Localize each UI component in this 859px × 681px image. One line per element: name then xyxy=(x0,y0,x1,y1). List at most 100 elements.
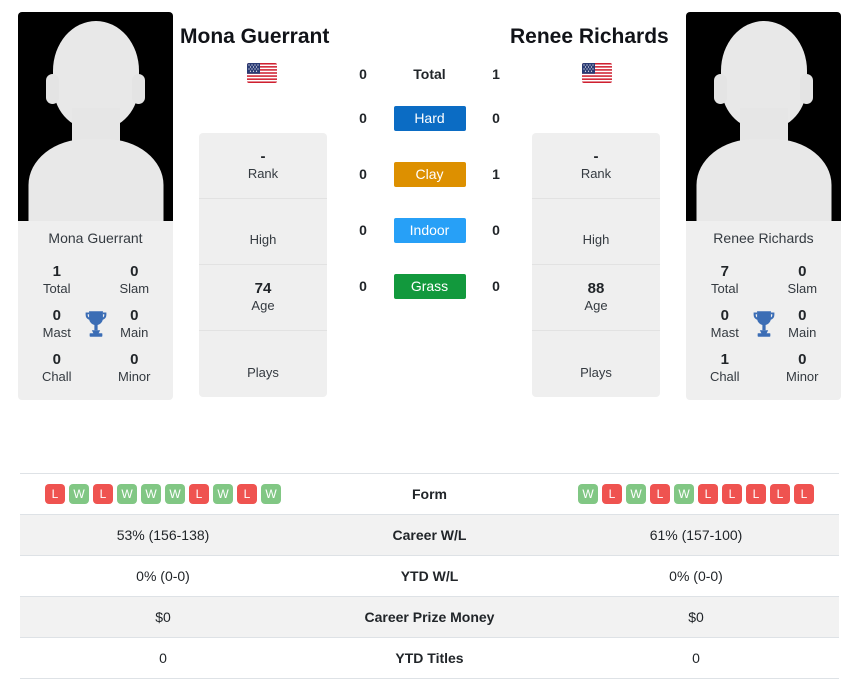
form-badge-w: W xyxy=(141,484,161,504)
form-badge-w: W xyxy=(261,484,281,504)
stat-value: 0 xyxy=(798,262,807,280)
stat-label: Minor xyxy=(117,369,151,385)
top-section: Mona Guerrant 1 Total 0 Slam 0 Mast 0 Ma… xyxy=(0,0,859,460)
right-player-name[interactable]: Renee Richards xyxy=(510,25,669,49)
form-badge-l: L xyxy=(189,484,209,504)
info-label: Rank xyxy=(580,166,612,182)
surface-badge-indoor[interactable]: Indoor xyxy=(393,217,466,243)
h2h-row-total: 0 Total 1 xyxy=(341,58,518,90)
table-row-ytd-wl: 0% (0-0) YTD W/L 0% (0-0) xyxy=(20,556,839,597)
info-plays: Plays xyxy=(199,331,327,397)
info-high: High xyxy=(532,199,660,265)
info-rank: - Rank xyxy=(199,133,327,199)
h2h-right-value: 1 xyxy=(492,166,500,182)
row-label: YTD W/L xyxy=(400,568,459,584)
stat-label: Total xyxy=(43,281,71,297)
table-row-career-wl: 53% (156-138) Career W/L 61% (157-100) xyxy=(20,514,839,556)
stat-value: 7 xyxy=(720,262,729,280)
stat-chall: 1 Chall xyxy=(686,351,764,385)
stat-value: 0 xyxy=(798,350,807,368)
right-player-column: Renee Richards 7 Total 0 Slam 0 Mast 0 M… xyxy=(686,12,841,400)
right-value: 0 xyxy=(692,650,700,666)
stat-label: Chall xyxy=(709,369,740,385)
form-badge-w: W xyxy=(165,484,185,504)
titles-row: 1 Chall 0 Minor xyxy=(686,346,841,390)
form-badge-w: W xyxy=(578,484,598,504)
right-value: 0% (0-0) xyxy=(669,568,723,584)
info-value: 88 xyxy=(587,280,605,298)
us-flag-icon xyxy=(247,63,277,83)
h2h-left-value: 0 xyxy=(359,110,367,126)
info-label: High xyxy=(249,232,277,248)
stat-value: 0 xyxy=(52,350,61,368)
h2h-right-value: 0 xyxy=(492,222,500,238)
form-badge-w: W xyxy=(69,484,89,504)
right-form-badges: WLWLWLLLLL xyxy=(553,484,839,504)
h2h-total-label: Total xyxy=(413,66,446,82)
stat-label: Minor xyxy=(785,369,819,385)
stat-label: Slam xyxy=(119,281,150,297)
form-badge-l: L xyxy=(93,484,113,504)
stat-minor: 0 Minor xyxy=(96,351,174,385)
left-info-card: - Rank High 74 Age Plays xyxy=(199,133,327,397)
left-value: 0% (0-0) xyxy=(136,568,190,584)
left-form-badges: LWLWWWLWLW xyxy=(20,484,306,504)
stat-label: Slam xyxy=(787,281,818,297)
info-rank: - Rank xyxy=(532,133,660,199)
info-label: Age xyxy=(251,298,275,314)
surface-badge-hard[interactable]: Hard xyxy=(393,105,466,131)
form-badge-l: L xyxy=(45,484,65,504)
surface-badge-clay[interactable]: Clay xyxy=(393,161,466,187)
comparison-table: LWLWWWLWLW Form WLWLWLLLLL 53% (156-138)… xyxy=(20,473,839,679)
h2h-row-indoor: 0 Indoor 0 xyxy=(341,202,518,258)
head-to-head-panel: 0 Total 1 0 Hard 0 0 Clay 1 0 Indoor 0 0… xyxy=(341,58,518,314)
form-badge-l: L xyxy=(722,484,742,504)
h2h-left-value: 0 xyxy=(359,222,367,238)
form-badge-l: L xyxy=(794,484,814,504)
info-label: Rank xyxy=(247,166,279,182)
left-value: 53% (156-138) xyxy=(116,527,210,543)
right-titles-grid: 7 Total 0 Slam 0 Mast 0 Main 1 Chall 0 M… xyxy=(686,254,841,400)
left-player-card-name: Mona Guerrant xyxy=(18,221,173,254)
info-label: Age xyxy=(584,298,608,314)
form-badge-w: W xyxy=(626,484,646,504)
left-player-column: Mona Guerrant 1 Total 0 Slam 0 Mast 0 Ma… xyxy=(18,12,173,400)
right-value: $0 xyxy=(688,609,704,625)
h2h-row-clay: 0 Clay 1 xyxy=(341,146,518,202)
info-label: Plays xyxy=(580,364,612,380)
left-player-card[interactable]: Mona Guerrant 1 Total 0 Slam 0 Mast 0 Ma… xyxy=(18,12,173,400)
info-value: - xyxy=(260,148,266,166)
trophy-icon xyxy=(85,311,106,337)
table-row-ytd-titles: 0 YTD Titles 0 xyxy=(20,638,839,679)
form-badge-l: L xyxy=(698,484,718,504)
surface-badge-grass[interactable]: Grass xyxy=(393,273,466,299)
right-player-card-name: Renee Richards xyxy=(686,221,841,254)
table-row-form: LWLWWWLWLW Form WLWLWLLLLL xyxy=(20,474,839,515)
info-label: High xyxy=(582,232,610,248)
h2h-right-value: 0 xyxy=(492,278,500,294)
stat-label: Total xyxy=(711,281,739,297)
info-value: 74 xyxy=(254,280,272,298)
h2h-left-value: 0 xyxy=(359,166,367,182)
form-badge-w: W xyxy=(117,484,137,504)
form-badge-w: W xyxy=(674,484,694,504)
stat-minor: 0 Minor xyxy=(764,351,842,385)
info-age: 74 Age xyxy=(199,265,327,331)
stat-value: 0 xyxy=(130,350,139,368)
info-age: 88 Age xyxy=(532,265,660,331)
row-label: Career W/L xyxy=(392,527,467,543)
stat-label: Chall xyxy=(41,369,72,385)
left-player-name[interactable]: Mona Guerrant xyxy=(180,25,329,49)
stat-chall: 0 Chall xyxy=(18,351,96,385)
info-high: High xyxy=(199,199,327,265)
right-value: 61% (157-100) xyxy=(649,527,743,543)
stat-value: 1 xyxy=(720,350,729,368)
row-label: YTD Titles xyxy=(395,650,464,666)
right-player-card[interactable]: Renee Richards 7 Total 0 Slam 0 Mast 0 M… xyxy=(686,12,841,400)
right-info-card: - Rank High 88 Age Plays xyxy=(532,133,660,397)
h2h-right-value: 1 xyxy=(492,66,500,82)
stat-slam: 0 Slam xyxy=(96,263,174,297)
h2h-row-hard: 0 Hard 0 xyxy=(341,90,518,146)
us-flag-icon xyxy=(582,63,612,83)
titles-row: 1 Total 0 Slam xyxy=(18,258,173,302)
